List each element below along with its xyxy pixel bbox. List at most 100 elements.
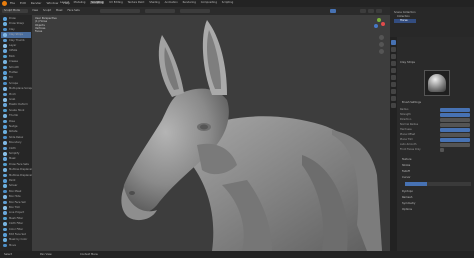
- horse-sculpt-mesh: [121, 20, 382, 251]
- tool-label: Cloth: [9, 146, 16, 150]
- section-brush-settings[interactable]: Brush Settings: [402, 101, 421, 104]
- brush-name: Clay Strips: [400, 60, 416, 64]
- section-remesh[interactable]: Remesh: [402, 196, 412, 199]
- tool-icon: [3, 54, 7, 59]
- scene-tab-icon[interactable]: [391, 68, 396, 73]
- section-stroke[interactable]: Stroke: [402, 164, 410, 167]
- field-plane-trim-label: Plane Trim: [400, 138, 413, 141]
- menu-sculpt[interactable]: Sculpt: [43, 9, 51, 12]
- field-direction[interactable]: [440, 118, 470, 122]
- symmetry-x-button[interactable]: [330, 9, 336, 13]
- menu-window[interactable]: Window: [46, 1, 58, 5]
- field-normal-radius-row: Normal Radius: [400, 123, 472, 127]
- tool-icon: [3, 65, 7, 70]
- menu-face-sets[interactable]: Face Sets: [67, 9, 79, 12]
- output-tab-icon[interactable]: [391, 54, 396, 59]
- material-tab-icon[interactable]: [391, 103, 396, 108]
- tool-icon: [3, 146, 7, 151]
- tab-animation[interactable]: Animation: [165, 1, 178, 4]
- field-auto-smooth[interactable]: [440, 143, 470, 147]
- tab-compositing[interactable]: Compositing: [201, 1, 217, 4]
- outliner-item-horse[interactable]: Horse: [394, 19, 416, 23]
- tool-icon: [3, 22, 7, 26]
- navigation-gizmo[interactable]: [372, 17, 386, 31]
- tool-label: Box Trim: [9, 206, 21, 209]
- data-tab-icon[interactable]: [391, 96, 396, 101]
- view-layer-tab-icon[interactable]: [391, 61, 396, 66]
- tab-rendering[interactable]: Rendering: [183, 1, 196, 4]
- viewport-shading-solid-button[interactable]: [360, 9, 366, 13]
- object-tab-icon[interactable]: [391, 82, 396, 87]
- field-hardness[interactable]: [440, 128, 470, 132]
- tool-label: Draw: [9, 17, 16, 20]
- tool-icon: [3, 222, 7, 226]
- brush-preview-thumbnail[interactable]: [424, 70, 450, 96]
- tab-sculpting[interactable]: Sculpting: [90, 1, 105, 4]
- brush-selector[interactable]: [100, 9, 140, 13]
- section-falloff[interactable]: Falloff: [402, 170, 410, 173]
- tool-label: Flatten: [9, 71, 19, 74]
- tool-icon: [3, 71, 7, 75]
- viewport-shading-material-button[interactable]: [368, 9, 374, 13]
- tool-icon: [3, 125, 7, 129]
- modifier-tab-icon[interactable]: [391, 89, 396, 94]
- tool-icon: [3, 17, 7, 21]
- field-front-faces-only[interactable]: [440, 148, 444, 152]
- tab-shading[interactable]: Shading: [149, 1, 160, 4]
- axis-z-icon[interactable]: [374, 24, 378, 28]
- render-tab-icon[interactable]: [391, 47, 396, 52]
- strength-field[interactable]: [180, 9, 210, 13]
- tool-tab-icon[interactable]: [391, 40, 396, 45]
- section-options[interactable]: Options: [402, 208, 412, 211]
- tool-label: Color Filter: [9, 227, 24, 231]
- pan-icon[interactable]: [379, 42, 384, 47]
- mode-label: Sculpt Mode: [4, 9, 20, 13]
- tool-label: Rotate: [9, 130, 18, 134]
- blender-logo-icon[interactable]: [2, 1, 7, 6]
- tool-label: Clay Strips: [9, 33, 23, 37]
- tool-icon: [3, 114, 7, 118]
- field-plane-trim[interactable]: [440, 138, 470, 142]
- tool-icon: [3, 27, 7, 32]
- 3d-viewport[interactable]: User Perspective (1) Horse Objects Verti…: [32, 15, 390, 251]
- tool-move[interactable]: Move: [1, 243, 31, 249]
- world-tab-icon[interactable]: [391, 75, 396, 80]
- field-auto-smooth-label: Auto-Smooth: [400, 143, 417, 146]
- field-plane-offset[interactable]: [440, 133, 470, 137]
- camera-icon[interactable]: [379, 49, 384, 54]
- section-texture[interactable]: Texture: [402, 158, 412, 161]
- viewport-shading-rendered-button[interactable]: [376, 9, 382, 13]
- tab-uv-editing[interactable]: UV Editing: [109, 1, 123, 4]
- tool-label: Mesh Filter: [9, 216, 24, 220]
- menu-file[interactable]: File: [10, 1, 15, 5]
- field-radius-label: Radius: [400, 108, 409, 111]
- menu-mask[interactable]: Mask: [56, 9, 63, 12]
- tab-scripting[interactable]: Scripting: [222, 1, 234, 4]
- section-dyntopo[interactable]: Dyntopo: [402, 190, 413, 193]
- section-symmetry[interactable]: Symmetry: [402, 202, 415, 205]
- tool-icon: [3, 135, 7, 140]
- section-cursor[interactable]: Cursor: [402, 176, 411, 179]
- tool-label: Scrape: [9, 81, 18, 85]
- section-toggle-group[interactable]: [405, 182, 471, 186]
- tool-label: Cloth Filter: [9, 222, 24, 226]
- zoom-icon[interactable]: [379, 35, 384, 40]
- field-radius[interactable]: [440, 108, 470, 112]
- axis-y-icon[interactable]: [377, 18, 381, 22]
- tab-layout[interactable]: Layout: [60, 1, 69, 4]
- mode-selector[interactable]: Sculpt Mode: [2, 9, 28, 13]
- field-strength[interactable]: [440, 113, 470, 117]
- field-normal-radius[interactable]: [440, 123, 470, 127]
- tool-icon: [3, 98, 7, 102]
- tab-modeling[interactable]: Modeling: [74, 1, 86, 4]
- tool-label: Move: [9, 243, 16, 247]
- radius-field[interactable]: [145, 9, 175, 13]
- tool-icon: [3, 211, 7, 215]
- tool-icon: [3, 200, 7, 205]
- menu-edit[interactable]: Edit: [20, 1, 26, 5]
- menu-render[interactable]: Render: [31, 1, 42, 5]
- axis-x-icon[interactable]: [381, 22, 385, 26]
- menu-view[interactable]: View: [32, 9, 38, 12]
- tab-texture-paint[interactable]: Texture Paint: [128, 1, 145, 4]
- tool-icon: [3, 189, 7, 194]
